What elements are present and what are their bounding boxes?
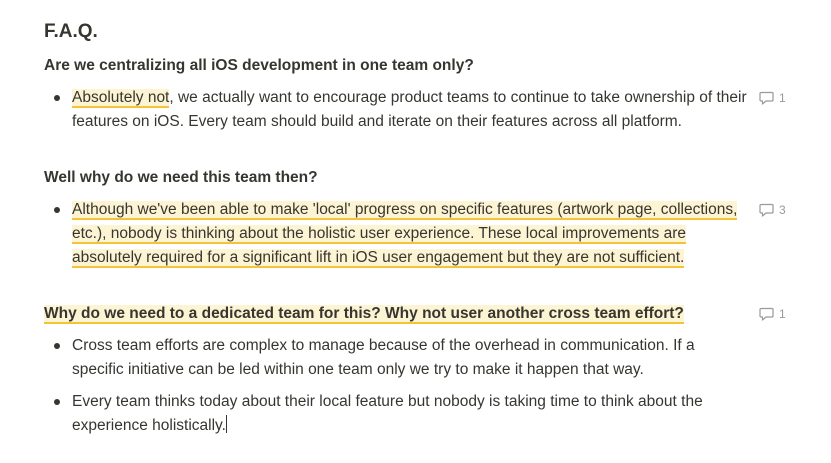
highlighted-comment-text[interactable]: Absolutely not (72, 89, 170, 108)
comment-bubble-icon (759, 307, 774, 321)
faq-document: F.A.Q. Are we centralizing all iOS devel… (44, 20, 831, 463)
highlighted-comment-text[interactable]: Why do we need to a dedicated team for t… (44, 305, 684, 324)
faq-question-3[interactable]: Why do we need to a dedicated team for t… (44, 302, 684, 326)
bullet-icon (54, 95, 60, 101)
bullet-text[interactable]: Cross team efforts are complex to manage… (72, 334, 749, 382)
comment-count: 1 (779, 307, 786, 321)
bullet-text[interactable]: Absolutely not, we actually want to enco… (72, 86, 749, 134)
comment-count: 1 (779, 91, 786, 105)
list-item[interactable]: Although we've been able to make 'local'… (44, 198, 749, 270)
highlighted-comment-text[interactable]: Although we've been able to make 'local'… (72, 201, 738, 268)
bullet-text[interactable]: Although we've been able to make 'local'… (72, 198, 749, 270)
page-title: F.A.Q. (44, 21, 98, 42)
comment-badge[interactable]: 3 (759, 203, 786, 217)
comment-badge[interactable]: 1 (759, 307, 786, 321)
comment-bubble-icon (759, 203, 774, 217)
bullet-icon (54, 207, 60, 213)
bullet-text[interactable]: Every team thinks today about their loca… (72, 390, 749, 438)
faq-question-2[interactable]: Well why do we need this team then? (44, 166, 318, 190)
faq-question-1[interactable]: Are we centralizing all iOS development … (44, 54, 474, 78)
bullet-icon (54, 399, 60, 405)
comment-bubble-icon (759, 91, 774, 105)
comment-badge[interactable]: 1 (759, 91, 786, 105)
bullet-icon (54, 343, 60, 349)
list-item[interactable]: Absolutely not, we actually want to enco… (44, 86, 749, 134)
comment-count: 3 (779, 203, 786, 217)
list-item[interactable]: Cross team efforts are complex to manage… (44, 334, 749, 382)
text-cursor (225, 415, 227, 433)
list-item[interactable]: Every team thinks today about their loca… (44, 390, 749, 438)
